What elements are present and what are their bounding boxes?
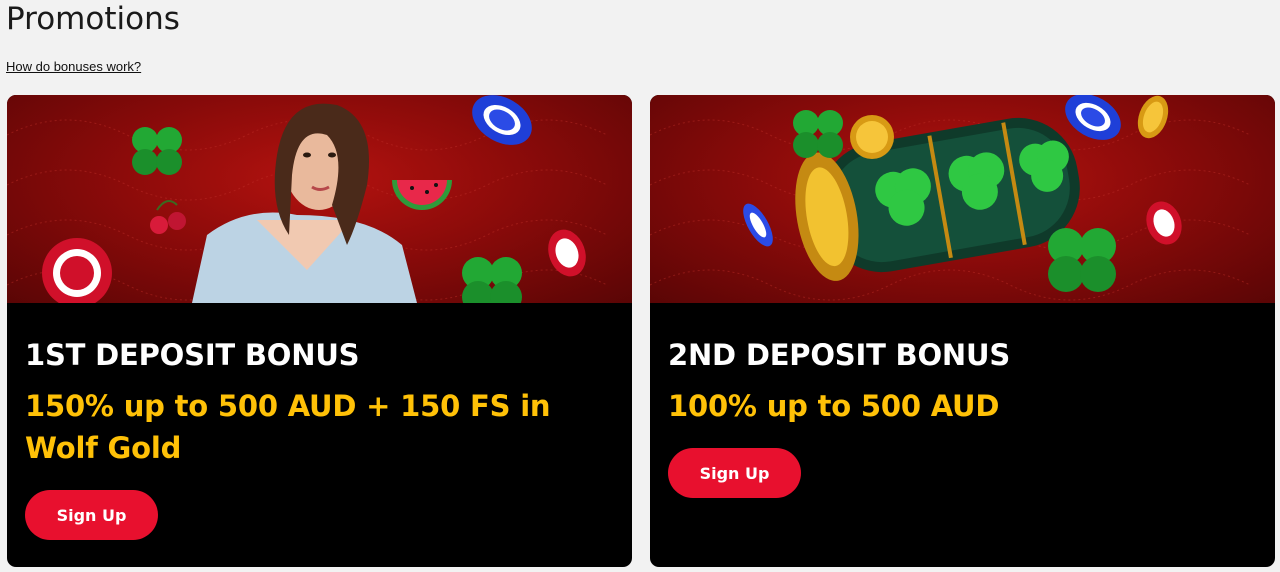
sign-up-button[interactable]: Sign Up [25, 490, 158, 540]
banner-art [7, 95, 608, 303]
watermelon-icon [392, 180, 452, 210]
poker-chip-icon [42, 238, 112, 303]
gold-coin-icon [1137, 95, 1169, 139]
clover-icon [462, 257, 522, 303]
bonus-title: 1ST DEPOSIT BONUS [25, 338, 360, 372]
bonus-offer: 100% up to 500 AUD [668, 389, 1000, 423]
clover-icon [793, 110, 843, 158]
poker-chip-icon [1146, 201, 1182, 245]
gold-coin-icon [850, 115, 894, 159]
promo-card-second-deposit: 2ND DEPOSIT BONUS 100% up to 500 AUD Sig… [650, 95, 1275, 567]
banner-art [650, 95, 1251, 301]
page-title: Promotions [6, 1, 180, 37]
bonus-title: 2ND DEPOSIT BONUS [668, 338, 1011, 372]
poker-chip-icon [548, 229, 586, 277]
bonus-offer: 150% up to 500 AUD + 150 FS in Wolf Gold [25, 389, 551, 465]
sign-up-button[interactable]: Sign Up [668, 448, 801, 498]
promo-card-body: 1ST DEPOSIT BONUS 150% up to 500 AUD + 1… [7, 303, 632, 540]
poker-chip-icon [1065, 95, 1121, 140]
clover-icon [132, 127, 182, 175]
how-bonuses-work-link[interactable]: How do bonuses work? [6, 59, 141, 74]
page-header: Promotions How do bonuses work? [6, 0, 180, 76]
poker-chip-icon [472, 95, 532, 145]
promo-card-body: 2ND DEPOSIT BONUS 100% up to 500 AUD Sig… [650, 303, 1275, 498]
woman-illustration [192, 103, 417, 303]
cherries-icon [150, 200, 186, 234]
promo-banner [7, 95, 632, 303]
promo-card-first-deposit: 1ST DEPOSIT BONUS 150% up to 500 AUD + 1… [7, 95, 632, 567]
clover-icon [1048, 228, 1116, 292]
promo-banner [650, 95, 1275, 303]
